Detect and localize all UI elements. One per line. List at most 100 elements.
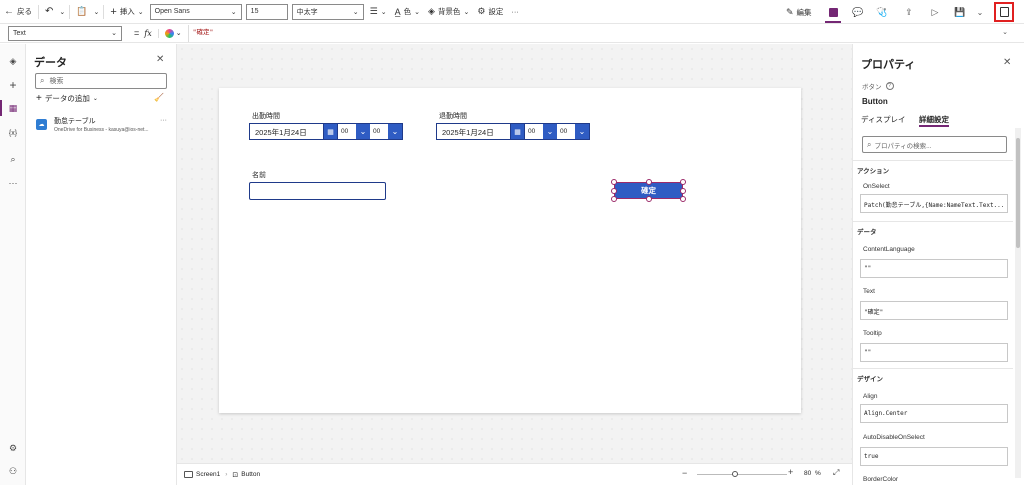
scrollbar-thumb[interactable] xyxy=(1016,138,1020,248)
clock-out-date[interactable]: 2025年1月24日 xyxy=(437,124,511,139)
onedrive-icon: ☁ xyxy=(36,119,47,130)
zoom-slider-thumb[interactable] xyxy=(732,471,738,477)
resize-handle[interactable] xyxy=(646,179,652,185)
screen[interactable]: 出勤時間 2025年1月24日 ▦ 00 ⌄ 00 ⌄ 退勤時間 2025年1月… xyxy=(219,88,801,413)
contentlanguage-input[interactable]: "" xyxy=(860,259,1008,278)
text-input[interactable]: "確定" xyxy=(860,301,1008,320)
calendar-icon[interactable]: ▦ xyxy=(511,124,525,139)
fit-to-window-icon[interactable]: ⤢ xyxy=(833,468,839,478)
data-search-input[interactable]: ⌕ 検索 xyxy=(35,73,167,89)
help-icon[interactable]: ? xyxy=(885,82,894,90)
chevron-down-icon[interactable]: ⌄ xyxy=(543,124,557,139)
data-source-subtitle: OneDrive for Business - kasuya@ios-net..… xyxy=(54,127,149,133)
onselect-input[interactable]: Patch(勤怠テーブル,{Name:NameText.Text... xyxy=(860,194,1008,213)
name-input[interactable] xyxy=(249,182,386,200)
fill-button[interactable]: ◈ 背景色 ⌄ xyxy=(424,0,473,24)
share-icon[interactable]: ⇪ xyxy=(900,3,918,21)
font-family-dropdown[interactable]: Open Sans ⌄ xyxy=(149,3,242,20)
health-check-icon[interactable]: 🩺 xyxy=(873,3,891,21)
color-button[interactable]: A̲ 色 ⌄ xyxy=(391,0,424,24)
paste-dropdown[interactable]: ⌄ xyxy=(91,0,101,24)
clock-out-hour[interactable]: 00 xyxy=(525,124,543,139)
align-label: Align xyxy=(863,393,878,400)
close-icon[interactable]: ✕ xyxy=(156,54,164,65)
insert-button[interactable]: + 挿入 ⌄ xyxy=(106,0,147,24)
scrollbar-track[interactable] xyxy=(1015,128,1021,478)
layers-icon[interactable]: ◈ xyxy=(6,54,20,68)
property-value: Text xyxy=(13,29,26,37)
edit-button[interactable]: ✎ 編集 xyxy=(782,0,816,24)
property-dropdown[interactable]: Text ⌄ xyxy=(8,25,122,41)
resize-handle[interactable] xyxy=(611,179,617,185)
zoom-slider[interactable] xyxy=(697,471,787,477)
resize-handle[interactable] xyxy=(680,179,686,185)
add-data-label: データの追加 xyxy=(44,94,90,103)
color-label: 色 xyxy=(403,7,412,16)
undo-button[interactable]: ↶ xyxy=(41,0,57,24)
clock-out-datepicker[interactable]: 2025年1月24日 ▦ 00 ⌄ 00 ⌄ xyxy=(436,123,590,140)
formula-input[interactable]: "確定" xyxy=(187,24,1024,42)
chevron-down-icon[interactable]: ⌄ xyxy=(575,124,589,139)
gear-icon: ⚙ xyxy=(477,6,486,16)
resize-handle[interactable] xyxy=(611,188,617,194)
resize-handle[interactable] xyxy=(611,196,617,202)
undo-icon: ↶ xyxy=(45,6,54,17)
back-button[interactable]: ← 戻る xyxy=(0,0,36,24)
text-align-button[interactable]: ☰ ⌄ xyxy=(366,0,391,24)
save-icon[interactable]: 💾 xyxy=(951,3,969,21)
resize-handle[interactable] xyxy=(680,196,686,202)
tab-advanced[interactable]: 詳細設定 xyxy=(919,114,949,125)
font-weight-dropdown[interactable]: 中太字 ⌄ xyxy=(291,3,364,20)
expand-formula-icon[interactable]: ⌄ xyxy=(1002,28,1008,36)
insert-icon[interactable]: + xyxy=(6,78,20,92)
chevron-down-icon[interactable]: ⌄ xyxy=(971,3,989,21)
pencil-icon: ✎ xyxy=(786,6,794,17)
section-data: データ xyxy=(857,229,877,236)
resize-handle[interactable] xyxy=(646,196,652,202)
zoom-in-button[interactable]: + xyxy=(788,467,793,477)
paste-button[interactable]: 📋 xyxy=(72,0,91,24)
account-icon[interactable]: ⚇ xyxy=(6,464,20,478)
play-icon[interactable]: ▷ xyxy=(926,3,944,21)
broom-icon[interactable]: 🧹 xyxy=(154,93,164,102)
comment-icon[interactable]: 💬 xyxy=(849,3,867,21)
chevron-down-icon[interactable]: ⌄ xyxy=(356,124,370,139)
autodisable-input[interactable]: true xyxy=(860,447,1008,466)
property-search-input[interactable]: ⌕ プロパティの検索... xyxy=(862,136,1007,153)
app-icon[interactable] xyxy=(824,3,842,21)
tooltip-input[interactable]: "" xyxy=(860,343,1008,362)
clock-out-minute[interactable]: 00 xyxy=(557,124,575,139)
settings-button[interactable]: ⚙ 設定 xyxy=(473,0,507,24)
clock-in-hour[interactable]: 00 xyxy=(338,124,356,139)
calendar-icon[interactable]: ▦ xyxy=(324,124,338,139)
clock-in-datepicker[interactable]: 2025年1月24日 ▦ 00 ⌄ 00 ⌄ xyxy=(249,123,403,140)
data-source-item[interactable]: ☁ 勤怠テーブル OneDrive for Business - kasuya@… xyxy=(26,110,176,142)
data-icon[interactable]: ▦ xyxy=(6,101,20,115)
publish-button[interactable] xyxy=(994,2,1014,22)
close-icon[interactable]: ✕ xyxy=(1003,57,1011,68)
more-button[interactable]: ··· xyxy=(507,0,523,24)
tab-display[interactable]: ディスプレイ xyxy=(861,114,905,125)
clock-in-date[interactable]: 2025年1月24日 xyxy=(250,124,324,139)
align-input[interactable]: Align.Center xyxy=(860,404,1008,423)
resize-handle[interactable] xyxy=(680,188,686,194)
zoom-out-button[interactable]: − xyxy=(682,468,687,478)
chevron-down-icon: ⌄ xyxy=(93,8,100,16)
undo-dropdown[interactable]: ⌄ xyxy=(57,0,67,24)
variables-icon[interactable]: {x} xyxy=(6,126,20,140)
insert-label: 挿入 xyxy=(119,7,135,16)
add-data-button[interactable]: + データの追加 ⌄ xyxy=(36,93,98,104)
font-size-input[interactable]: 15 xyxy=(245,3,288,20)
settings-icon[interactable]: ⚙ xyxy=(6,441,20,455)
clock-in-minute[interactable]: 00 xyxy=(370,124,388,139)
left-rail: ◈ + ▦ {x} ⌕ ··· ⚙ ⚇ xyxy=(0,44,26,485)
search-icon[interactable]: ⌕ xyxy=(6,152,20,166)
status-bar: Screen1 › ⊡ Button − + 80 % ⤢ xyxy=(177,463,852,485)
more-icon[interactable]: ··· xyxy=(160,117,167,124)
properties-panel: プロパティ ✕ ボタン ? Button ディスプレイ 詳細設定 ⌕ プロパティ… xyxy=(852,44,1024,485)
control-breadcrumb[interactable]: ⊡ Button xyxy=(232,471,260,479)
more-icon[interactable]: ··· xyxy=(6,176,20,190)
copilot-button[interactable]: ⌄ xyxy=(157,28,182,38)
screen-breadcrumb[interactable]: Screen1 xyxy=(184,471,220,478)
chevron-down-icon[interactable]: ⌄ xyxy=(388,124,402,139)
